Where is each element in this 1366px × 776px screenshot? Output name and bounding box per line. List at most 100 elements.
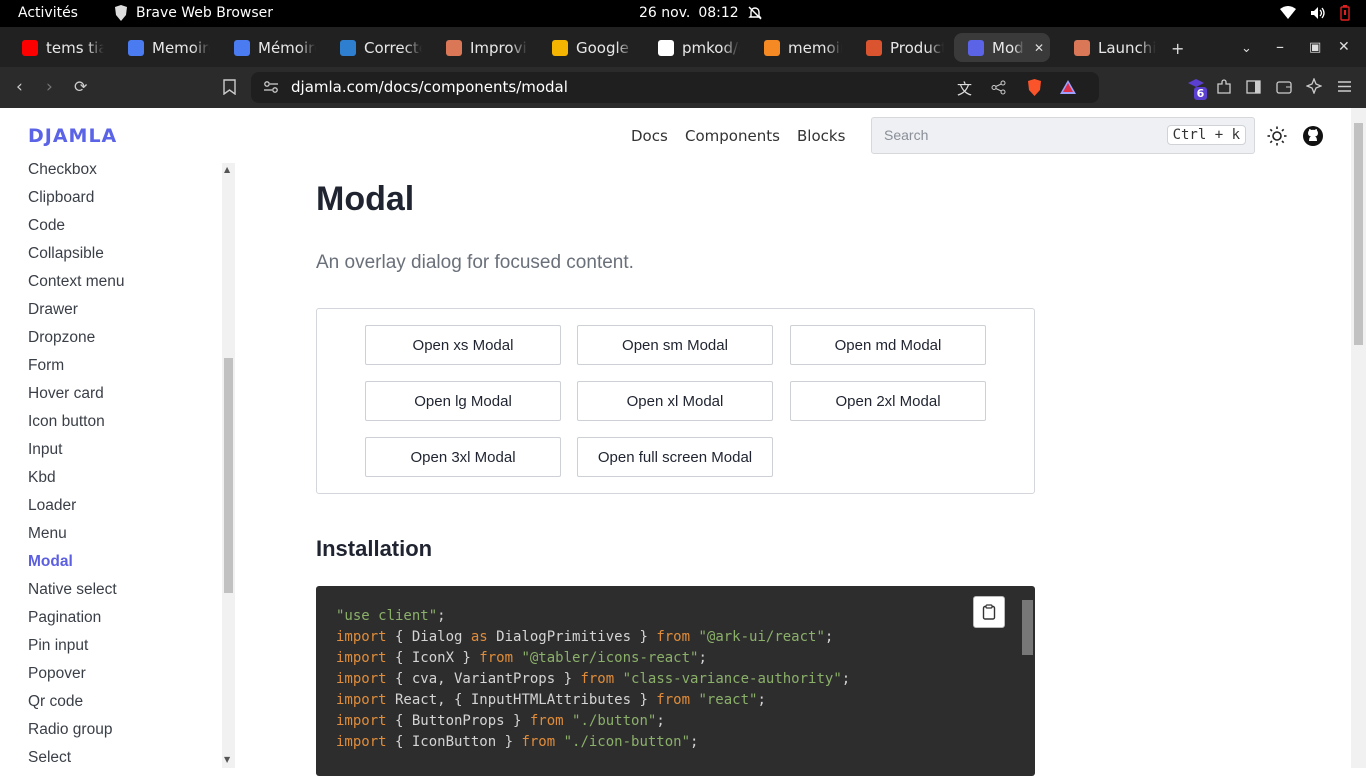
reload-button[interactable]: ⟳ (74, 77, 87, 96)
bookmark-icon[interactable] (223, 79, 236, 95)
open-modal-button[interactable]: Open xs Modal (365, 325, 561, 365)
nav-blocks[interactable]: Blocks (797, 127, 845, 145)
maximize-button[interactable]: ▣ (1309, 40, 1321, 55)
sidebar-item-context-menu[interactable]: Context menu (28, 273, 125, 291)
share-icon[interactable] (991, 80, 1006, 95)
sidebar-item-popover[interactable]: Popover (28, 665, 86, 683)
open-modal-button[interactable]: Open sm Modal (577, 325, 773, 365)
sidebar-item-qr-code[interactable]: Qr code (28, 693, 83, 711)
sidebar-item-input[interactable]: Input (28, 441, 62, 459)
code-text: ; (841, 671, 851, 687)
new-tab-button[interactable]: + (1171, 39, 1184, 58)
tab-list-button[interactable]: ⌄ (1241, 41, 1252, 56)
sidebar-item-form[interactable]: Form (28, 357, 64, 375)
tab-title: Memoire (152, 38, 210, 57)
sidebar-item-hover-card[interactable]: Hover card (28, 385, 104, 403)
minimize-button[interactable]: – (1276, 37, 1284, 56)
browser-tab[interactable]: Mod ✕ (954, 33, 1050, 62)
wallet-icon[interactable] (1276, 80, 1292, 94)
open-modal-button[interactable]: Open 3xl Modal (365, 437, 561, 477)
sidebar-item-code[interactable]: Code (28, 217, 65, 235)
sidebar-item-native-select[interactable]: Native select (28, 581, 117, 599)
code-line: import { cva, VariantProps } from "class… (336, 669, 850, 690)
open-modal-button[interactable]: Open full screen Modal (577, 437, 773, 477)
activities-button[interactable]: Activités (18, 5, 78, 21)
sidebar-item-collapsible[interactable]: Collapsible (28, 245, 104, 263)
close-window-button[interactable]: ✕ (1338, 39, 1350, 55)
sidebar-item-clipboard[interactable]: Clipboard (28, 189, 94, 207)
tab-title: pmkod/d (682, 38, 740, 57)
site-settings-icon[interactable] (263, 80, 279, 94)
sidebar-item-dropzone[interactable]: Dropzone (28, 329, 95, 347)
open-modal-button[interactable]: Open 2xl Modal (790, 381, 986, 421)
leo-ai-icon[interactable] (1306, 78, 1322, 94)
sidebar-item-modal[interactable]: Modal (28, 553, 73, 571)
open-modal-button[interactable]: Open lg Modal (365, 381, 561, 421)
code-keyword: import (336, 650, 387, 666)
menu-icon[interactable] (1337, 80, 1352, 93)
page-scrollbar-thumb[interactable] (1354, 123, 1363, 345)
browser-tab[interactable]: pmkod/d (644, 33, 740, 62)
sidebar-item-pagination[interactable]: Pagination (28, 609, 101, 627)
open-modal-button[interactable]: Open md Modal (790, 325, 986, 365)
code-text: ; (757, 692, 766, 708)
scroll-up-arrow[interactable]: ▲ (224, 165, 230, 174)
brave-shields-icon[interactable] (1027, 79, 1042, 96)
app-menu[interactable]: Brave Web Browser (114, 5, 273, 21)
scroll-down-arrow[interactable]: ▼ (224, 755, 230, 764)
back-button[interactable]: ‹ (16, 77, 23, 97)
translate-icon[interactable]: 文 (957, 78, 972, 99)
browser-tab[interactable]: Product (852, 33, 944, 62)
github-icon[interactable] (1302, 125, 1324, 147)
code-line: import { ButtonProps } from "./button"; (336, 711, 850, 732)
sidebar-item-radio-group[interactable]: Radio group (28, 721, 112, 739)
address-bar[interactable]: djamla.com/docs/components/modal 文 (251, 72, 1099, 103)
browser-tab[interactable]: memoire (750, 33, 842, 62)
code-block: "use client"; import { Dialog as DialogPr… (316, 586, 1035, 776)
time: 08:12 (698, 5, 739, 21)
code-keyword: from (479, 650, 514, 666)
system-tray[interactable] (1280, 5, 1350, 21)
browser-tab[interactable]: tems tia (8, 33, 104, 62)
claude-icon (446, 39, 462, 56)
browser-tab[interactable]: Google K (538, 33, 634, 62)
code-scrollbar-thumb[interactable] (1022, 600, 1033, 655)
browser-tab[interactable]: Memoire (114, 33, 210, 62)
code-keyword: from (656, 629, 691, 645)
url-text: djamla.com/docs/components/modal (291, 78, 568, 96)
browser-tab[interactable]: Improvin (432, 33, 528, 62)
browser-tab[interactable]: Launchi (1060, 33, 1156, 62)
site-logo[interactable]: DJAMLA (28, 125, 117, 147)
code-keyword: import (336, 734, 387, 750)
sidebar-item-menu[interactable]: Menu (28, 525, 67, 543)
code-keyword: import (336, 713, 387, 729)
tab-title: Launchi (1098, 38, 1156, 57)
code-keyword: from (580, 671, 615, 687)
forward-button[interactable]: › (46, 77, 53, 97)
close-tab-icon[interactable]: ✕ (1034, 41, 1044, 55)
open-modal-button[interactable]: Open xl Modal (577, 381, 773, 421)
sidebar-item-loader[interactable]: Loader (28, 497, 76, 515)
copy-code-button[interactable] (973, 596, 1005, 628)
theme-toggle-sun-icon[interactable] (1267, 126, 1287, 146)
sidebar-scrollbar-thumb[interactable] (224, 358, 233, 593)
search-input[interactable] (884, 127, 1164, 143)
nav-docs[interactable]: Docs (631, 127, 668, 145)
sidebar-item-pin-input[interactable]: Pin input (28, 637, 88, 655)
code-line: "use client"; (336, 606, 850, 627)
site-search[interactable]: Ctrl + k (871, 117, 1255, 154)
sidebar-item-kbd[interactable]: Kbd (28, 469, 56, 487)
code-text: ; (824, 629, 834, 645)
extensions-icon[interactable] (1216, 79, 1232, 95)
clock[interactable]: 26 nov. 08:12 (639, 5, 763, 21)
sidebar-item-icon-button[interactable]: Icon button (28, 413, 105, 431)
brave-rewards-icon[interactable] (1060, 80, 1076, 94)
nav-components[interactable]: Components (685, 127, 780, 145)
browser-tab[interactable]: Correcte (326, 33, 422, 62)
browser-tab[interactable]: Mémoire (220, 33, 316, 62)
sidebar-item-drawer[interactable]: Drawer (28, 301, 78, 319)
sidebar-item-select[interactable]: Select (28, 749, 71, 767)
sidebar-toggle-icon[interactable] (1246, 80, 1261, 94)
sidebar-item-checkbox[interactable]: Checkbox (28, 163, 97, 179)
